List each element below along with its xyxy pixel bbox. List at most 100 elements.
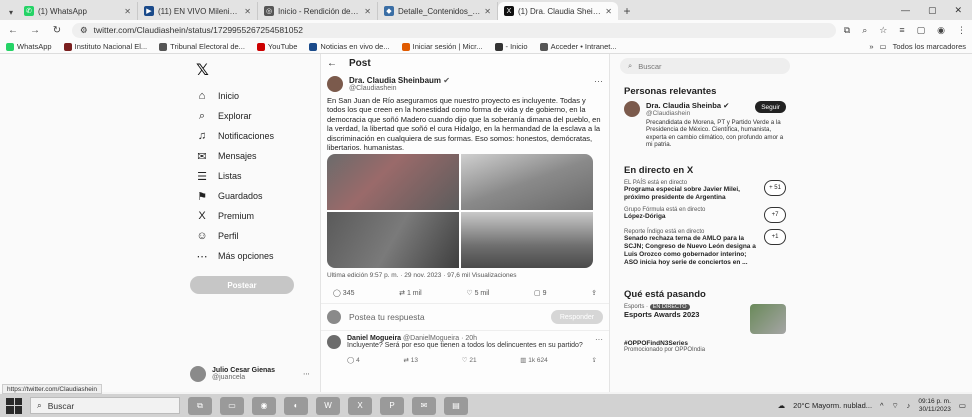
bookmark-button[interactable]: ▢ 9 [534,289,546,297]
repost-button[interactable]: ⇄ 13 [403,356,418,364]
forward-icon[interactable]: → [28,25,42,36]
chrome-icon[interactable]: ◉ [252,396,276,415]
close-window-icon[interactable]: ✕ [954,5,962,16]
store-icon[interactable]: ▤ [444,396,468,415]
extensions-icon[interactable]: ≡ [899,25,904,35]
url-field[interactable]: ⚙ twitter.com/Claudiashein/status/172995… [72,22,836,38]
nav-item-home[interactable]: ⌂ Inicio [190,86,310,106]
avatar[interactable] [327,335,341,349]
notification-icon[interactable]: ▭ [959,401,966,410]
trend-item[interactable]: Esports · EN DIRECTO Esports Awards 2023 [624,303,786,334]
sidepanel-icon[interactable]: ▢ [917,25,926,36]
live-item[interactable]: EL PAÍS está en directo Programa especial… [624,179,786,202]
share-icon[interactable]: ⇪ [592,356,597,364]
browser-tab[interactable]: ✆ (1) WhatsApp ✕ [18,2,138,20]
new-tab-button[interactable]: + [618,2,636,20]
task-view-icon[interactable]: ⧉ [188,396,212,415]
avatar[interactable] [327,76,343,92]
word-icon[interactable]: W [316,396,340,415]
browser-tab-active[interactable]: X (1) Dra. Claudia Sheinbaum ✕ [498,2,618,20]
close-icon[interactable]: ✕ [124,7,131,16]
browser-tab[interactable]: ◆ Detalle_Contenidos_PTEO ✕ [378,2,498,20]
file-explorer-icon[interactable]: ▭ [220,396,244,415]
nav-item-more[interactable]: ⋯ Más opciones [190,246,310,266]
author-name[interactable]: Dra. Claudia Sheinbaum ✔ [349,76,450,85]
back-icon[interactable]: ← [6,25,20,36]
close-icon[interactable]: ✕ [605,7,612,16]
volume-icon[interactable]: ♪ [907,401,911,410]
bookmark-item[interactable]: Tribunal Electoral de... [159,42,245,51]
weather-icon[interactable]: ☁ [778,401,786,410]
search-input[interactable]: ⌕ Buscar [620,58,790,74]
reply-button[interactable]: ◯ 4 [347,356,360,364]
hashtag[interactable]: #OPPOFindN3Series [624,340,786,347]
more-icon[interactable]: ··· [594,76,603,92]
media-image[interactable] [461,154,593,210]
bookmark-item[interactable]: WhatsApp [6,42,52,51]
tab-search-icon[interactable]: ▾ [4,4,18,20]
views-button[interactable]: ▥ 1k 624 [520,356,548,364]
nav-item-premium[interactable]: X Premium [190,206,310,226]
taskbar-search[interactable]: ⌕ Buscar [30,397,180,414]
close-icon[interactable]: ✕ [364,7,371,16]
x-logo-icon[interactable]: 𝕏 [196,60,310,80]
browser-tab[interactable]: ▶ (11) EN VIVO Milenio N ✕ [138,2,258,20]
follow-button[interactable]: Seguir [755,101,786,113]
nav-item-messages[interactable]: ✉ Mensajes [190,146,310,166]
chevron-up-icon[interactable]: ^ [880,401,884,410]
like-button[interactable]: ♡ 5 mil [466,289,489,297]
nav-item-explore[interactable]: ⌕ Explorar [190,106,310,126]
reload-icon[interactable]: ↻ [50,25,64,36]
outlook-icon[interactable]: ✉ [412,396,436,415]
like-button[interactable]: ♡ 21 [462,356,477,364]
reply-submit-button[interactable]: Responder [551,310,603,324]
powerpoint-icon[interactable]: P [380,396,404,415]
profile-icon[interactable]: ◉ [937,25,945,36]
account-switcher[interactable]: Julio Cesar Gienas @juancela ⋯ [190,366,310,382]
bookmark-item[interactable]: - Inicio [494,42,528,51]
share-icon[interactable]: ⇪ [591,289,597,297]
maximize-icon[interactable]: ▢ [928,5,937,16]
nav-item-notifications[interactable]: ♫ Notificaciones [190,126,310,146]
bookmark-item[interactable]: Acceder • Intranet... [539,42,617,51]
edge-icon[interactable]: ◐ [284,396,308,415]
more-icon[interactable]: ⋯ [303,370,310,378]
reply-tweet[interactable]: Daniel Mogueira @DanielMogueira · 20h In… [321,331,609,354]
bookmark-item[interactable]: Noticias en vivo de... [309,42,390,51]
nav-item-bookmarks[interactable]: ⚑ Guardados [190,186,310,206]
reply-button[interactable]: ◯ 345 [333,289,354,297]
weather-text[interactable]: 20°C Mayorm. nublad... [793,401,872,410]
excel-icon[interactable]: X [348,396,372,415]
media-image[interactable] [461,212,593,268]
relevant-person[interactable]: Dra. Claudia Sheinba ✔ @Claudiashein Seg… [624,101,786,117]
windows-start-icon[interactable] [6,397,22,414]
author-handle[interactable]: @Claudiashein [349,85,450,92]
post-media[interactable] [327,154,593,268]
minimize-icon[interactable]: — [901,5,910,16]
back-arrow-icon[interactable]: ← [327,58,337,69]
avatar[interactable] [624,101,640,117]
all-bookmarks[interactable]: » ▭ Todos los marcadores [869,42,966,51]
media-image[interactable] [327,154,459,210]
bookmark-item[interactable]: Instituto Nacional El... [63,42,147,51]
browser-tab[interactable]: ◎ Inicio - Rendición de cuentas ✕ [258,2,378,20]
nav-item-lists[interactable]: ☰ Listas [190,166,310,186]
bookmark-item[interactable]: YouTube [256,42,297,51]
star-icon[interactable]: ☆ [879,25,887,36]
bookmark-item[interactable]: Iniciar sesión | Micr... [401,42,483,51]
live-item[interactable]: Reporte Índigo está en directo Senado rec… [624,229,786,266]
translate-icon[interactable]: ⧉ [844,25,850,36]
post-button[interactable]: Postear [190,276,294,294]
nav-item-profile[interactable]: ☺ Perfil [190,226,310,246]
network-icon[interactable]: ⌔ [892,401,899,411]
media-image[interactable] [327,212,459,268]
repost-button[interactable]: ⇄ 1 mil [399,289,422,297]
more-icon[interactable]: ··· [595,335,603,350]
menu-icon[interactable]: ⋮ [957,25,966,36]
zoom-icon[interactable]: ⌕ [862,25,867,36]
live-item[interactable]: Grupo Fórmula está en directo López-Dórig… [624,207,786,224]
close-icon[interactable]: ✕ [484,7,491,16]
clock[interactable]: 09:16 p. m. 30/11/2023 [918,398,951,412]
reply-input[interactable]: Postea tu respuesta [349,312,425,322]
site-info-icon[interactable]: ⚙ [80,25,88,36]
